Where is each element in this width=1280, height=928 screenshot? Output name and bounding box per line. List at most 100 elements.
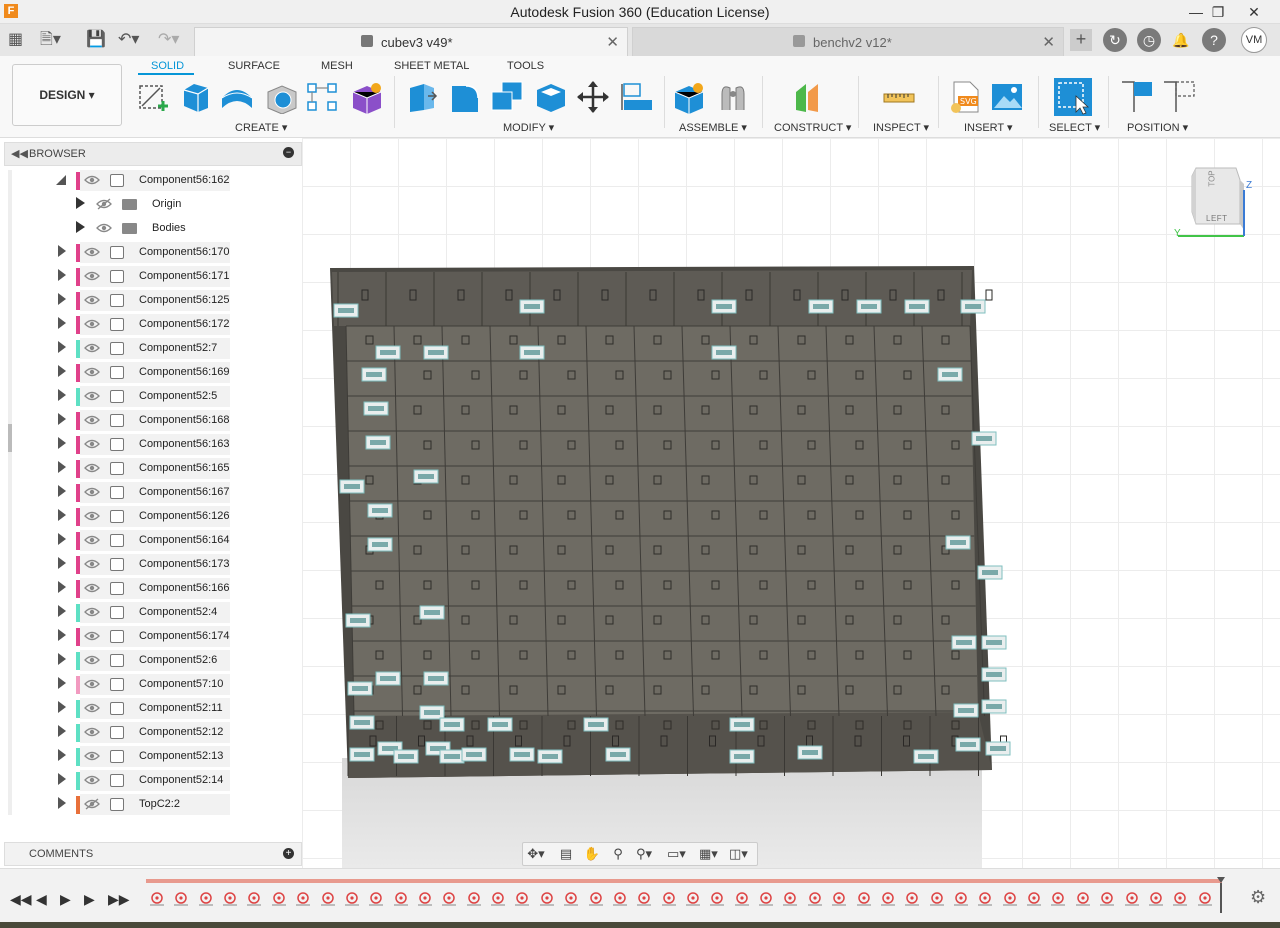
- select-menu[interactable]: SELECT ▾: [1049, 121, 1100, 134]
- expand-arrow-icon[interactable]: [58, 413, 66, 425]
- pan-icon[interactable]: ✋: [583, 846, 601, 862]
- browser-component-item[interactable]: Component52:5: [0, 385, 240, 407]
- canvas-viewport[interactable]: LEFT TOP Z Y: [302, 138, 1280, 868]
- timeline-joint-icon[interactable]: [1049, 891, 1067, 907]
- visibility-eye-icon[interactable]: [84, 558, 100, 570]
- timeline-joint-icon[interactable]: [148, 891, 166, 907]
- browser-component-item[interactable]: Component57:10: [0, 673, 240, 695]
- browser-component-item[interactable]: Component56:173: [0, 553, 240, 575]
- tab-mesh[interactable]: MESH: [321, 60, 353, 72]
- visibility-eye-icon[interactable]: [84, 510, 100, 522]
- expand-arrow-icon[interactable]: [58, 485, 66, 497]
- add-comment-icon[interactable]: +: [283, 848, 294, 859]
- display-settings-icon[interactable]: ▭▾: [667, 846, 686, 862]
- hidden-eye-icon[interactable]: [84, 798, 100, 810]
- timeline-joint-icon[interactable]: [806, 891, 824, 907]
- measure-icon[interactable]: [882, 80, 916, 114]
- last-icon[interactable]: ▶▶: [108, 891, 130, 908]
- undo-icon[interactable]: ↶▾: [118, 30, 139, 50]
- restore-icon[interactable]: ❐: [1204, 2, 1232, 22]
- expand-arrow-icon[interactable]: [76, 197, 85, 209]
- extrude-icon[interactable]: [178, 80, 212, 114]
- browser-component-item[interactable]: Component56:174: [0, 625, 240, 647]
- timeline-joint-icon[interactable]: [1147, 891, 1165, 907]
- shell-icon[interactable]: [534, 80, 568, 114]
- expand-arrow-icon[interactable]: [58, 773, 66, 785]
- insert-svg-icon[interactable]: SVG: [948, 80, 982, 114]
- data-panel-icon[interactable]: ↻: [1103, 28, 1127, 52]
- insert-menu[interactable]: INSERT ▾: [964, 121, 1013, 134]
- timeline-joint-icon[interactable]: [660, 891, 678, 907]
- tab-benchv2[interactable]: benchv2 v12* ✕: [632, 27, 1064, 56]
- expand-arrow-icon[interactable]: [58, 701, 66, 713]
- browser-component-item[interactable]: Component56:172: [0, 313, 240, 335]
- create-menu[interactable]: CREATE ▾: [235, 121, 287, 134]
- construct-menu[interactable]: CONSTRUCT ▾: [774, 121, 851, 134]
- fit-icon[interactable]: ⚲▾: [635, 846, 653, 862]
- previous-icon[interactable]: ◀: [36, 891, 47, 908]
- timeline-joint-icon[interactable]: [392, 891, 410, 907]
- timeline-track[interactable]: [146, 879, 1222, 883]
- timeline-joint-icon[interactable]: [489, 891, 507, 907]
- joint-icon[interactable]: [716, 80, 750, 114]
- visibility-eye-icon[interactable]: [84, 414, 100, 426]
- timeline-joint-icon[interactable]: [1001, 891, 1019, 907]
- timeline-joint-icon[interactable]: [1074, 891, 1092, 907]
- expand-arrow-icon[interactable]: [58, 245, 66, 257]
- visibility-eye-icon[interactable]: [84, 678, 100, 690]
- browser-component-item[interactable]: Component56:125: [0, 289, 240, 311]
- timeline-joint-icon[interactable]: [197, 891, 215, 907]
- browser-component-item[interactable]: Component52:11: [0, 697, 240, 719]
- look-at-icon[interactable]: ▤: [557, 846, 575, 862]
- expand-arrow-icon[interactable]: [58, 437, 66, 449]
- create-form-icon[interactable]: [350, 80, 384, 114]
- browser-component-item[interactable]: Component56:164: [0, 529, 240, 551]
- timeline-joint-icon[interactable]: [538, 891, 556, 907]
- close-icon[interactable]: ✕: [1240, 2, 1268, 22]
- app-grid-icon[interactable]: ▦: [8, 30, 23, 50]
- move-icon[interactable]: [576, 80, 610, 114]
- expand-arrow-icon[interactable]: [58, 461, 66, 473]
- visibility-eye-icon[interactable]: [84, 630, 100, 642]
- browser-component-item[interactable]: Component52:7: [0, 337, 240, 359]
- combine-icon[interactable]: [490, 80, 524, 114]
- timeline-joint-icon[interactable]: [781, 891, 799, 907]
- timeline-joint-icon[interactable]: [952, 891, 970, 907]
- browser-component-item[interactable]: Component56:163: [0, 433, 240, 455]
- timeline-joint-icon[interactable]: [1171, 891, 1189, 907]
- first-icon[interactable]: ◀◀: [10, 891, 32, 908]
- expand-arrow-icon[interactable]: [58, 317, 66, 329]
- visibility-eye-icon[interactable]: [84, 462, 100, 474]
- timeline-joint-icon[interactable]: [684, 891, 702, 907]
- browser-component-item[interactable]: Component52:14: [0, 769, 240, 791]
- visibility-eye-icon[interactable]: [84, 606, 100, 618]
- pattern-icon[interactable]: [306, 80, 340, 114]
- browser-component-item[interactable]: TopC2:2: [0, 793, 240, 815]
- help-icon[interactable]: ?: [1202, 28, 1226, 52]
- visibility-eye-icon[interactable]: [84, 702, 100, 714]
- timeline-joint-icon[interactable]: [294, 891, 312, 907]
- browser-component-item[interactable]: Component56:171: [0, 265, 240, 287]
- expand-arrow-icon[interactable]: [58, 269, 66, 281]
- assemble-menu[interactable]: ASSEMBLE ▾: [679, 121, 747, 134]
- timeline-settings-icon[interactable]: ⚙: [1250, 887, 1266, 908]
- browser-component-item[interactable]: Component56:167: [0, 481, 240, 503]
- zoom-icon[interactable]: ⚲: [609, 846, 627, 862]
- close-tab-icon[interactable]: ✕: [606, 33, 619, 51]
- visibility-eye-icon[interactable]: [84, 534, 100, 546]
- timeline-joint-icon[interactable]: [733, 891, 751, 907]
- revolve-icon[interactable]: [220, 80, 254, 114]
- visibility-eye-icon[interactable]: [84, 270, 100, 282]
- visibility-eye-icon[interactable]: [84, 318, 100, 330]
- timeline-joint-icon[interactable]: [611, 891, 629, 907]
- offset-plane-icon[interactable]: [792, 80, 826, 114]
- timeline-joint-icon[interactable]: [416, 891, 434, 907]
- timeline-joint-icon[interactable]: [635, 891, 653, 907]
- expand-arrow-icon[interactable]: [58, 605, 66, 617]
- expand-arrow-icon[interactable]: [58, 725, 66, 737]
- timeline-joint-icon[interactable]: [587, 891, 605, 907]
- job-status-icon[interactable]: ◷: [1137, 28, 1161, 52]
- browser-folder-item[interactable]: Origin: [0, 193, 240, 215]
- inspect-menu[interactable]: INSPECT ▾: [873, 121, 929, 134]
- timeline-joint-icon[interactable]: [708, 891, 726, 907]
